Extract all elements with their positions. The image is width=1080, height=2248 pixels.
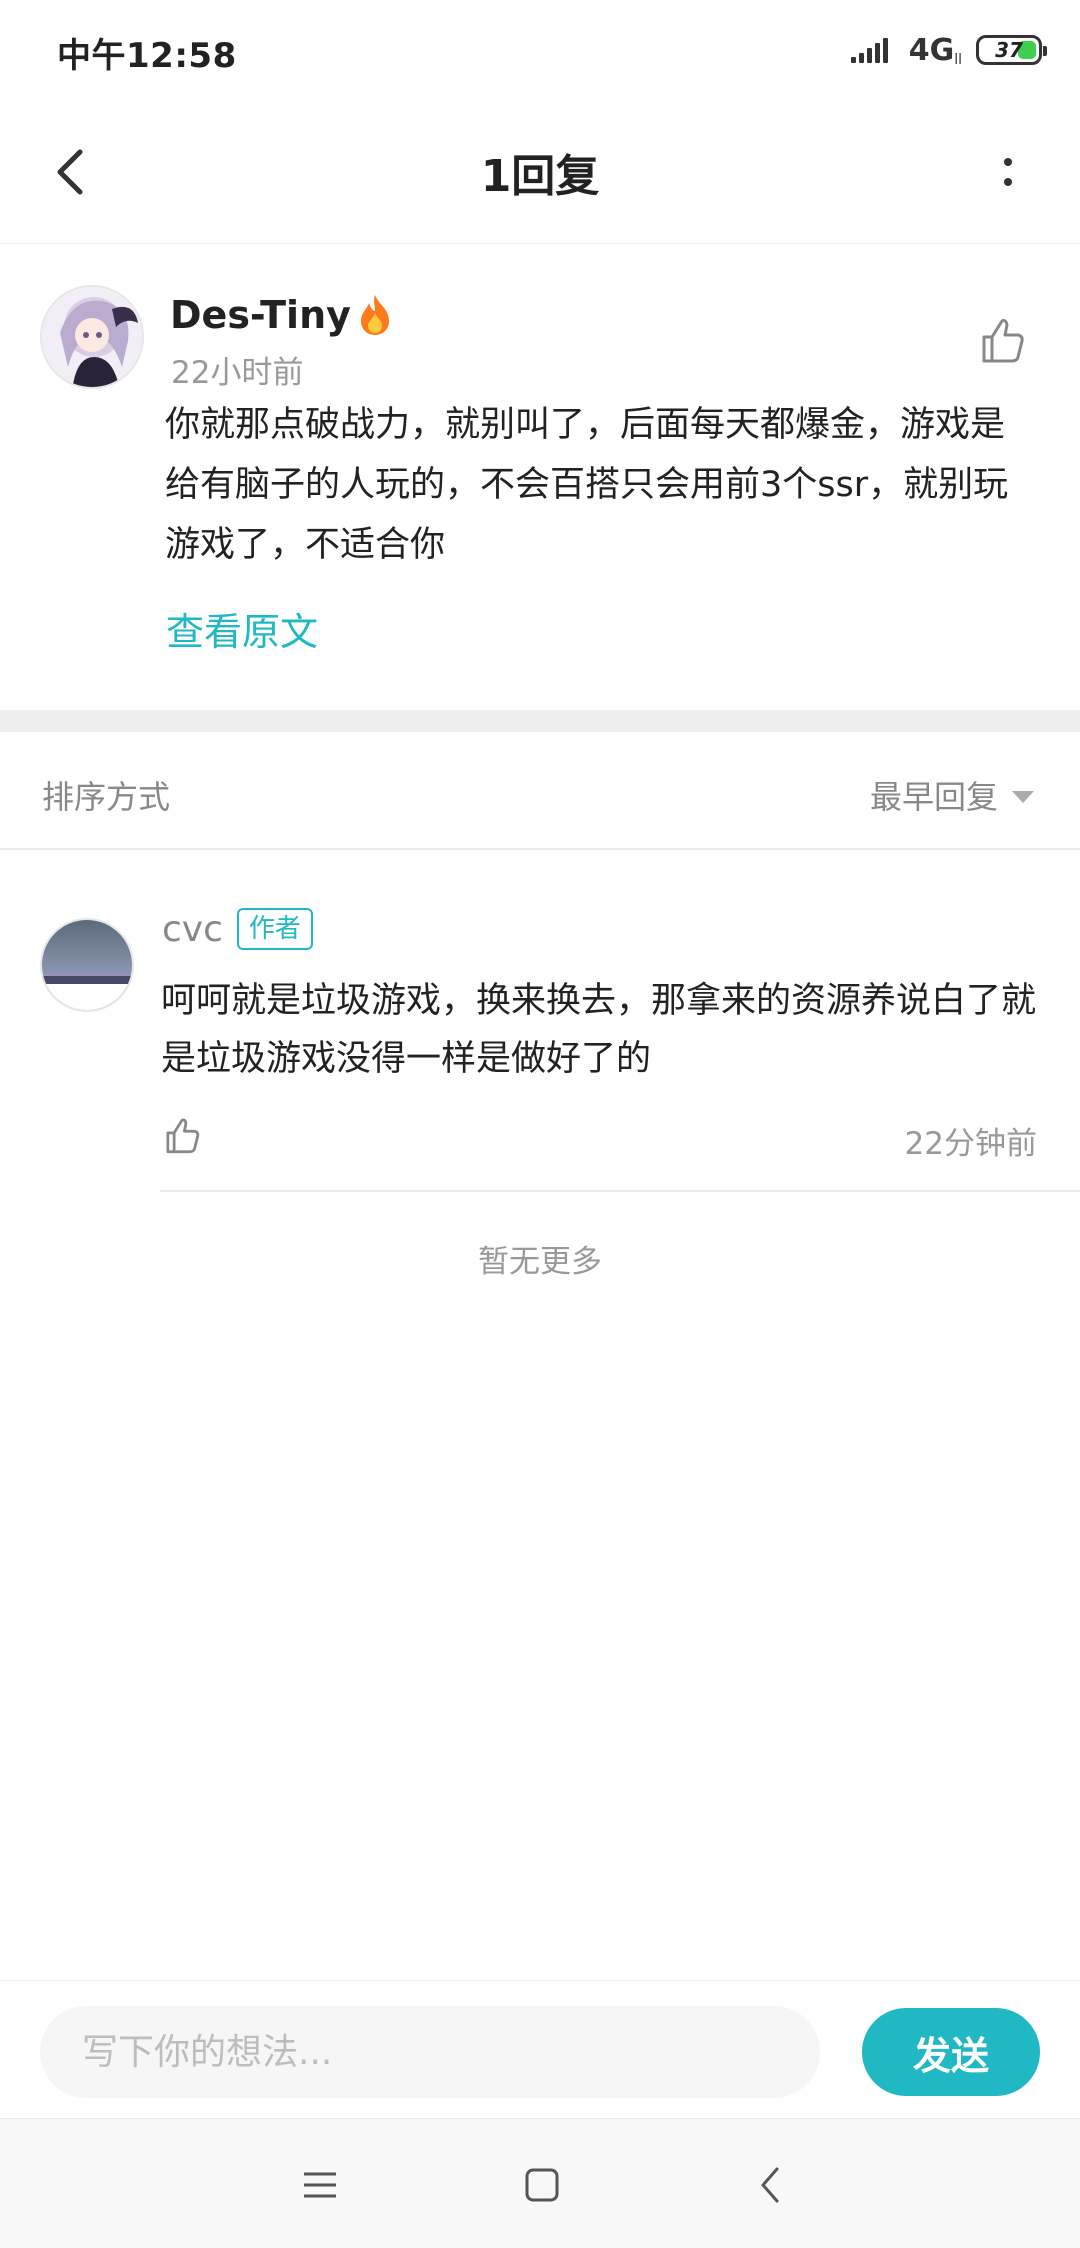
sort-selected: 最早回复 [869, 778, 998, 816]
fire-icon [360, 295, 389, 335]
battery-level: 37 [995, 38, 1023, 62]
reply-time: 22分钟前 [904, 1126, 1037, 1162]
network-type: 4Gll [908, 32, 962, 68]
section-divider [0, 710, 1080, 732]
avatar[interactable] [40, 918, 134, 1012]
caret-down-icon [1012, 791, 1034, 803]
status-icons: 4Gll 37 [850, 30, 1047, 70]
chevron-left-icon [761, 2167, 779, 2203]
menu-button[interactable] [290, 2155, 350, 2215]
compose-bar: 发送 [0, 1980, 1080, 2118]
more-button[interactable] [972, 136, 1044, 208]
send-button[interactable]: 发送 [862, 2008, 1040, 2096]
more-vertical-icon [1004, 158, 1012, 166]
author-badge: 作者 [236, 908, 313, 950]
signal-icon [850, 35, 895, 65]
system-nav-bar [0, 2118, 1080, 2248]
avatar[interactable] [40, 285, 144, 389]
reply-like-button[interactable] [160, 1114, 204, 1158]
reply-text: 呵呵就是垃圾游戏，换来换去，那拿来的资源养说白了就是垃圾游戏没得一样是做好了的 [161, 981, 1037, 1079]
divider [160, 1190, 1080, 1192]
sort-label: 排序方式 [42, 778, 171, 816]
post-username[interactable]: Des-Tiny [170, 293, 395, 337]
battery-icon: 37 [976, 35, 1047, 65]
menu-icon [304, 2172, 336, 2198]
original-post: Des-Tiny 22小时前 你就那点破战力，就别叫了，后面每天都爆金，游戏是给… [0, 245, 1080, 710]
status-bar: 中午12:58 4Gll 37 [0, 0, 1080, 100]
thumbs-up-icon [982, 319, 1024, 363]
thumbs-up-icon [166, 1118, 200, 1154]
comment-input[interactable] [40, 2006, 820, 2098]
system-back-button[interactable] [740, 2155, 800, 2215]
sort-dropdown[interactable]: 最早回复 [870, 772, 1034, 818]
reply-item: cvc 作者 呵呵就是垃圾游戏，换来换去，那拿来的资源养说白了就是垃圾游戏没得一… [0, 852, 1080, 1192]
reply-header: cvc 作者 [162, 908, 313, 950]
header: 1回复 [0, 100, 1080, 244]
post-time: 22小时前 [171, 355, 304, 391]
home-button[interactable] [512, 2155, 572, 2215]
page-title: 1回复 [480, 151, 600, 202]
post-text: 你就那点破战力，就别叫了，后面每天都爆金，游戏是给有脑子的人玩的，不会百搭只会用… [165, 405, 1009, 565]
like-button[interactable] [974, 313, 1030, 369]
sort-row: 排序方式 最早回复 [0, 732, 1080, 850]
status-time: 中午12:58 [57, 36, 237, 76]
view-original-link[interactable]: 查看原文 [166, 601, 318, 656]
no-more-text: 暂无更多 [478, 1244, 602, 1280]
square-icon [525, 2168, 559, 2202]
reply-username[interactable]: cvc [162, 909, 223, 950]
